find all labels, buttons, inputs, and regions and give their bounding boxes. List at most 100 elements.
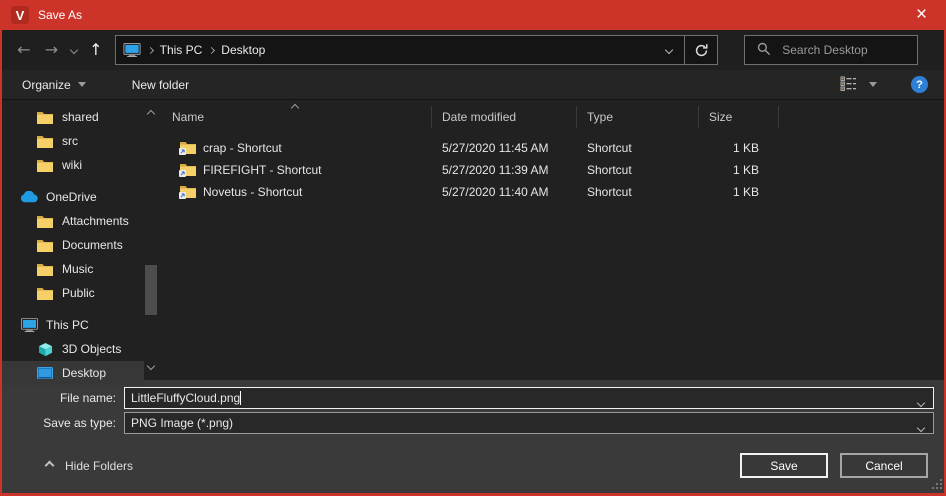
save-as-type-label: Save as type: <box>2 416 124 430</box>
search-input[interactable]: Search Desktop <box>744 35 918 65</box>
folder-icon <box>36 239 54 252</box>
sidebar-item-shared[interactable]: shared <box>2 105 144 129</box>
refresh-icon[interactable] <box>685 36 717 64</box>
main-area: shared src wiki OneDrive Attachments Doc… <box>2 100 944 380</box>
folder-icon <box>36 111 54 124</box>
save-as-dialog: V Save As × ← → ↑ This PC Desktop <box>0 0 946 496</box>
sidebar-item-label: Public <box>62 286 95 300</box>
file-type: Shortcut <box>577 185 699 199</box>
window-title: Save As <box>38 8 82 22</box>
sidebar-item-attachments[interactable]: Attachments <box>2 209 144 233</box>
cube-icon <box>36 342 54 357</box>
file-size: 1 KB <box>699 163 779 177</box>
scroll-up-icon[interactable] <box>148 106 154 120</box>
chevron-down-icon <box>78 82 86 87</box>
sidebar-item-label: Attachments <box>62 214 129 228</box>
chevron-up-icon <box>45 461 55 471</box>
column-header-filler <box>779 106 944 128</box>
sidebar-item-label: wiki <box>62 158 82 172</box>
scroll-down-icon[interactable] <box>148 358 154 372</box>
sidebar-item-onedrive[interactable]: OneDrive <box>2 185 144 209</box>
save-as-type-value: PNG Image (*.png) <box>131 416 233 430</box>
sidebar-item-label: OneDrive <box>46 190 97 204</box>
table-row[interactable]: FIREFIGHT - Shortcut 5/27/2020 11:39 AM … <box>162 159 944 180</box>
file-name-label: File name: <box>2 391 124 405</box>
help-icon[interactable]: ? <box>911 76 928 93</box>
back-icon[interactable]: ← <box>10 42 38 58</box>
scrollbar-thumb[interactable] <box>145 265 157 315</box>
column-header-type[interactable]: Type <box>577 106 699 128</box>
table-row[interactable]: crap - Shortcut 5/27/2020 11:45 AM Short… <box>162 137 944 158</box>
file-size: 1 KB <box>699 185 779 199</box>
breadcrumb-chevron-icon <box>209 48 214 53</box>
file-type: Shortcut <box>577 163 699 177</box>
file-size: 1 KB <box>699 141 779 155</box>
forward-icon[interactable]: → <box>38 42 66 58</box>
column-header-size[interactable]: Size <box>699 106 779 128</box>
file-name-value: LittleFluffyCloud.png <box>131 391 240 405</box>
up-icon[interactable]: ↑ <box>83 42 109 58</box>
sidebar-item-documents[interactable]: Documents <box>2 233 144 257</box>
navigation-sidebar: shared src wiki OneDrive Attachments Doc… <box>2 100 162 380</box>
organize-button[interactable]: Organize <box>22 78 86 92</box>
details-view-icon[interactable] <box>840 76 857 94</box>
sidebar-item-desktop[interactable]: Desktop <box>2 361 144 385</box>
search-icon <box>757 42 771 59</box>
sidebar-item-label: shared <box>62 110 99 124</box>
chevron-down-icon[interactable] <box>918 395 924 409</box>
sidebar-item-label: Documents <box>62 238 123 252</box>
navigation-bar: ← → ↑ This PC Desktop Search Desktop <box>2 30 944 70</box>
column-header-date-modified[interactable]: Date modified <box>432 106 577 128</box>
column-headers: Name Date modified Type Size <box>162 103 944 131</box>
file-date-modified: 5/27/2020 11:40 AM <box>432 185 577 199</box>
file-name: FIREFIGHT - Shortcut <box>203 163 321 177</box>
address-dropdown-icon[interactable] <box>654 36 684 64</box>
sidebar-item-public[interactable]: Public <box>2 281 144 305</box>
breadcrumb-this-pc[interactable]: This PC <box>160 43 203 57</box>
table-row[interactable]: Novetus - Shortcut 5/27/2020 11:40 AM Sh… <box>162 181 944 202</box>
view-dropdown-icon[interactable] <box>869 82 877 87</box>
file-date-modified: 5/27/2020 11:45 AM <box>432 141 577 155</box>
vivaldi-icon: V <box>11 6 29 24</box>
desktop-icon <box>36 367 54 380</box>
cancel-button[interactable]: Cancel <box>840 453 928 478</box>
titlebar: V Save As × <box>2 0 944 30</box>
resize-grip[interactable] <box>932 478 942 492</box>
breadcrumb-chevron-icon <box>148 48 153 53</box>
folder-icon <box>36 263 54 276</box>
save-as-type-select[interactable]: PNG Image (*.png) <box>124 412 934 434</box>
search-placeholder: Search Desktop <box>782 43 867 57</box>
sidebar-item-label: Desktop <box>62 366 106 380</box>
new-folder-label: New folder <box>132 78 189 92</box>
onedrive-icon <box>20 191 38 203</box>
sidebar-item-src[interactable]: src <box>2 129 144 153</box>
sidebar-item-label: 3D Objects <box>62 342 121 356</box>
shortcut-folder-icon <box>180 185 196 198</box>
save-controls: File name: LittleFluffyCloud.png Save as… <box>2 380 944 493</box>
sidebar-scrollbar[interactable] <box>145 100 159 380</box>
sort-ascending-icon <box>292 100 298 114</box>
address-bar[interactable]: This PC Desktop <box>115 35 719 65</box>
sidebar-item-3d-objects[interactable]: 3D Objects <box>2 337 144 361</box>
recent-locations-chevron-icon[interactable] <box>65 47 83 53</box>
sidebar-item-wiki[interactable]: wiki <box>2 153 144 177</box>
file-name-input[interactable]: LittleFluffyCloud.png <box>124 387 934 409</box>
breadcrumb-desktop[interactable]: Desktop <box>221 43 265 57</box>
file-date-modified: 5/27/2020 11:39 AM <box>432 163 577 177</box>
chevron-down-icon[interactable] <box>918 420 924 434</box>
file-name: Novetus - Shortcut <box>203 185 302 199</box>
close-icon[interactable]: × <box>899 0 944 30</box>
folder-icon <box>36 135 54 148</box>
hide-folders-button[interactable]: Hide Folders <box>46 459 133 473</box>
command-toolbar: Organize New folder ? <box>2 70 944 100</box>
folder-icon <box>36 215 54 228</box>
file-list: Name Date modified Type Size crap - Shor… <box>162 100 944 380</box>
new-folder-button[interactable]: New folder <box>132 78 189 92</box>
sidebar-item-this-pc[interactable]: This PC <box>2 313 144 337</box>
file-name: crap - Shortcut <box>203 141 282 155</box>
sidebar-item-music[interactable]: Music <box>2 257 144 281</box>
save-button[interactable]: Save <box>740 453 828 478</box>
folder-icon <box>36 159 54 172</box>
text-caret <box>240 391 241 405</box>
sidebar-item-label: Music <box>62 262 93 276</box>
